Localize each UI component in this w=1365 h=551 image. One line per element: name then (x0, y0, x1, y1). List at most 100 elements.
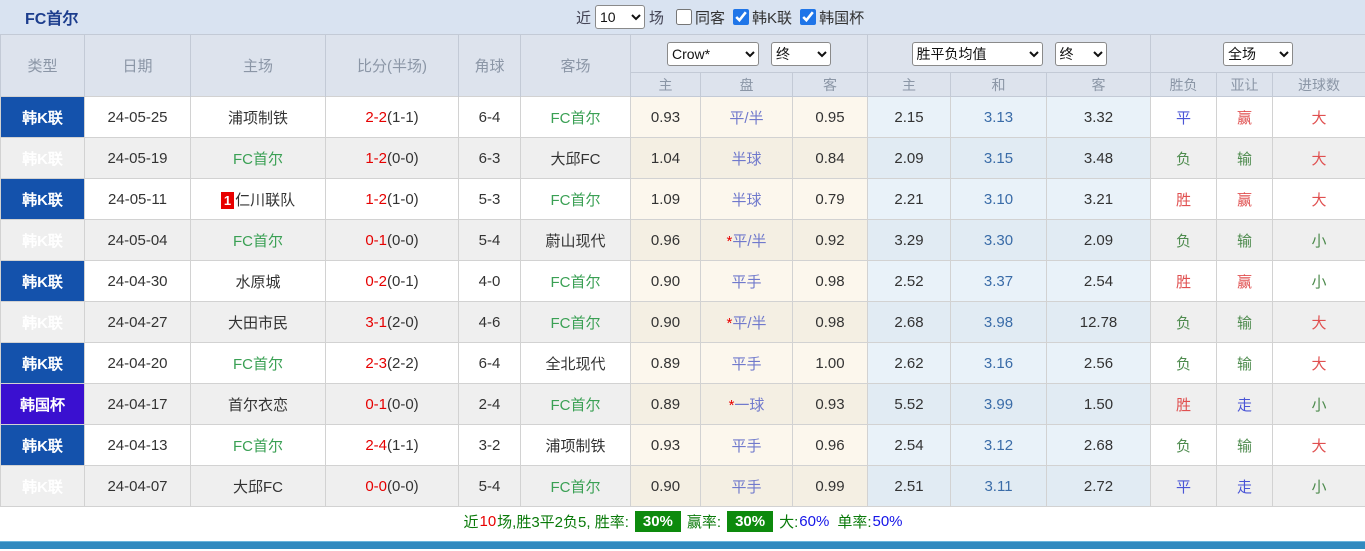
table-row: 韩K联 24-05-04 FC首尔 0-1(0-0) 5-4 蔚山现代 0.96… (0, 219, 1365, 261)
recent-stats-label: 近 (463, 513, 479, 531)
table-row: 韩K联 24-04-30 水原城 0-2(0-1) 4-0 FC首尔 0.90 … (0, 260, 1365, 302)
away-team-cell: FC首尔 (520, 96, 631, 138)
bookmaker-select[interactable]: Crow* (667, 41, 759, 66)
subcol-handicap-line: 盘 (700, 72, 793, 97)
handicap-value: 一球 (734, 396, 765, 414)
away-team-name[interactable]: FC首尔 (551, 397, 601, 414)
win-rate-badge: 30% (634, 510, 681, 532)
handicap-away-odds: 0.79 (792, 178, 868, 220)
match-date: 24-05-11 (84, 178, 191, 220)
home-team-name[interactable]: FC首尔 (233, 151, 283, 168)
odds-type-select[interactable]: 胜平负均值 (911, 41, 1043, 66)
away-team-cell: FC首尔 (520, 383, 631, 425)
result-outcome: 胜 (1150, 178, 1218, 220)
home-team-name[interactable]: FC首尔 (233, 356, 283, 373)
handicap-away-odds: 0.84 (792, 137, 868, 179)
bookmaker-period-select[interactable]: 终 (771, 41, 831, 66)
table-row: 韩K联 24-05-11 1 仁川联队 1-2(1-0) 5-3 FC首尔 1.0… (0, 178, 1365, 220)
corner-count: 5-4 (458, 219, 521, 261)
away-team-name[interactable]: FC首尔 (551, 274, 601, 291)
away-team-name[interactable]: 全北现代 (545, 356, 605, 373)
match-date: 24-05-19 (84, 137, 191, 179)
subcol-handicap-away: 客 (792, 72, 868, 97)
match-type-label: 韩K联 (22, 314, 63, 332)
goals-outcome: 大 (1272, 96, 1365, 138)
filter-controls: 近 10 场 同客 韩K联 韩国杯 (572, 0, 864, 34)
col-home: 主场 (190, 34, 326, 97)
home-team-name[interactable]: 首尔衣恋 (228, 397, 288, 414)
home-team-name[interactable]: 大田市民 (228, 315, 288, 332)
handicap-line: 平手 (700, 424, 793, 466)
asian-handicap-outcome: 输 (1216, 137, 1274, 179)
over-rate-value: 60% (799, 512, 830, 530)
match-date: 24-04-27 (84, 301, 191, 343)
odds-lose: 1.50 (1045, 383, 1152, 425)
k-league-checkbox[interactable] (733, 9, 750, 25)
result-outcome: 负 (1150, 342, 1218, 384)
score-cell: 3-1(2-0) (325, 301, 459, 343)
away-team-name[interactable]: 浦项制铁 (545, 438, 605, 455)
corner-count: 6-4 (458, 342, 521, 384)
home-team-name[interactable]: FC首尔 (233, 233, 283, 250)
halftime-score: (0-0) (387, 477, 419, 495)
away-team-cell: 全北现代 (520, 342, 631, 384)
odds-period-select[interactable]: 终 (1054, 41, 1107, 66)
away-team-name[interactable]: FC首尔 (551, 110, 601, 127)
odds-lose: 3.32 (1045, 96, 1152, 138)
odds-select-group: 胜平负均值 终 (866, 34, 1152, 73)
odd-rate-value: 50% (872, 512, 903, 530)
col-goals: 进球数 (1272, 72, 1365, 97)
handicap-home-odds: 0.93 (630, 96, 701, 138)
goals-outcome: 大 (1272, 342, 1365, 384)
table-row: 韩K联 24-05-19 FC首尔 1-2(0-0) 6-3 大邱FC 1.04… (0, 137, 1365, 179)
match-type-cell: 韩K联 (0, 424, 85, 466)
handicap-line: 平手 (700, 342, 793, 384)
match-date: 24-04-13 (84, 424, 191, 466)
same-venue-checkbox[interactable] (676, 9, 693, 25)
handicap-value: 半球 (731, 191, 762, 209)
korea-cup-checkbox[interactable] (800, 9, 817, 25)
halftime-score: (1-1) (387, 436, 419, 454)
home-team-cell: 1 仁川联队 (190, 178, 326, 220)
corner-count: 5-4 (458, 465, 521, 507)
handicap-away-odds: 0.95 (792, 96, 868, 138)
scope-select-group: 全场 (1150, 34, 1365, 73)
fulltime-score: 3-1 (365, 313, 387, 331)
away-team-name[interactable]: 大邱FC (551, 151, 601, 168)
home-team-name[interactable]: FC首尔 (233, 438, 283, 455)
recent-count-select[interactable]: 10 (595, 5, 646, 29)
handicap-line: 平手 (700, 260, 793, 302)
odds-lose: 3.48 (1045, 137, 1152, 179)
fulltime-score: 1-2 (365, 190, 387, 208)
bottom-scrollbar[interactable] (0, 541, 1365, 549)
result-outcome: 负 (1150, 219, 1218, 261)
away-team-name[interactable]: FC首尔 (551, 315, 601, 332)
odds-draw: 3.30 (950, 219, 1047, 261)
home-team-name[interactable]: 水原城 (235, 274, 280, 291)
away-team-name[interactable]: 蔚山现代 (545, 233, 605, 250)
goals-outcome: 小 (1272, 219, 1365, 261)
score-cell: 2-2(1-1) (325, 96, 459, 138)
score-cell: 2-3(2-2) (325, 342, 459, 384)
odds-win: 3.29 (867, 219, 951, 261)
halftime-score: (0-1) (387, 272, 419, 290)
result-outcome: 负 (1150, 137, 1218, 179)
match-type-cell: 韩K联 (0, 301, 85, 343)
odds-draw: 3.98 (950, 301, 1047, 343)
asian-handicap-outcome: 输 (1216, 301, 1274, 343)
home-team-name[interactable]: 大邱FC (233, 479, 283, 496)
match-scope-select[interactable]: 全场 (1223, 41, 1294, 66)
away-team-name[interactable]: FC首尔 (551, 479, 601, 496)
away-team-name[interactable]: FC首尔 (551, 192, 601, 209)
handicap-home-odds: 1.04 (630, 137, 701, 179)
home-team-cell: FC首尔 (190, 342, 326, 384)
fulltime-score: 0-1 (365, 231, 387, 249)
halftime-score: (1-1) (387, 108, 419, 126)
home-team-name[interactable]: 仁川联队 (235, 192, 295, 209)
odds-win: 2.54 (867, 424, 951, 466)
home-team-name[interactable]: 浦项制铁 (228, 110, 288, 127)
odds-win: 2.21 (867, 178, 951, 220)
col-result: 胜负 (1150, 72, 1218, 97)
odds-draw: 3.99 (950, 383, 1047, 425)
score-cell: 1-2(1-0) (325, 178, 459, 220)
